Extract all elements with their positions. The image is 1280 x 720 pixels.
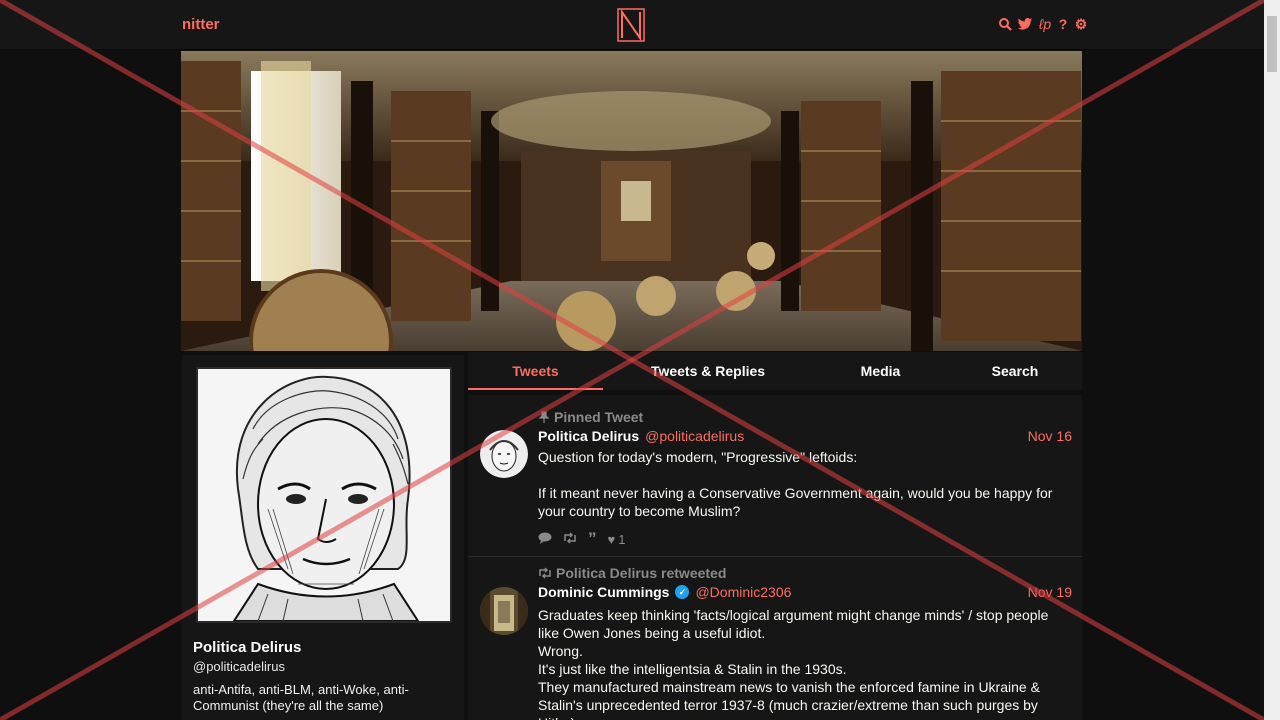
- verified-icon: ✓: [675, 585, 690, 599]
- retweet-label: Politica Delirus retweeted: [538, 565, 726, 581]
- navbar: nitter ℓp ? ⚙: [0, 0, 1264, 50]
- tweet-fullname[interactable]: Politica Delirus: [538, 428, 639, 444]
- tweet-username[interactable]: @Dominic2306: [695, 584, 791, 600]
- profile-card: Politica Delirus @politicadelirus anti-A…: [182, 355, 464, 720]
- tweet-author: Dominic Cummings ✓ @Dominic2306: [538, 584, 791, 600]
- quote-icon[interactable]: ”: [588, 529, 597, 549]
- heart-icon[interactable]: ♥: [608, 532, 616, 547]
- tab-media[interactable]: Media: [813, 352, 948, 390]
- twitter-icon[interactable]: [1016, 16, 1034, 32]
- timeline-tabs: Tweets Tweets & Replies Media Search: [468, 352, 1082, 390]
- comment-icon[interactable]: [538, 532, 552, 547]
- tab-search[interactable]: Search: [948, 352, 1082, 390]
- tweet-username[interactable]: @politicadelirus: [645, 428, 744, 444]
- tab-tweets[interactable]: Tweets: [468, 352, 603, 390]
- library-banner-image: [181, 51, 1082, 351]
- tweet-date[interactable]: Nov 19: [1028, 584, 1072, 600]
- nav-icons: ℓp ? ⚙: [998, 16, 1088, 32]
- nitter-logo-icon[interactable]: [617, 8, 645, 42]
- rss-icon[interactable]: ℓp: [1038, 16, 1052, 32]
- gear-icon[interactable]: ⚙: [1074, 16, 1088, 32]
- like-count: 1: [618, 531, 626, 547]
- help-icon[interactable]: ?: [1056, 16, 1070, 32]
- pinned-text: Pinned Tweet: [554, 409, 644, 425]
- retweet-context-icon: [539, 567, 551, 579]
- timeline: Pinned Tweet Politica Delirus @politicad…: [468, 395, 1082, 720]
- tweet-fullname[interactable]: Dominic Cummings: [538, 584, 669, 600]
- profile-avatar[interactable]: [196, 367, 452, 623]
- page-scrollbar[interactable]: [1264, 0, 1280, 720]
- tweet-avatar[interactable]: [480, 587, 528, 635]
- tab-tweets-replies[interactable]: Tweets & Replies: [603, 352, 813, 390]
- tweet-stats: ” ♥ 1: [538, 529, 625, 549]
- profile-banner[interactable]: [181, 51, 1082, 351]
- tweet-avatar[interactable]: [480, 430, 528, 478]
- tweet-content: Question for today's modern, "Progressiv…: [538, 449, 1053, 519]
- brand-link[interactable]: nitter: [182, 16, 220, 33]
- scrollbar-thumb[interactable]: [1267, 16, 1277, 72]
- pin-icon: [538, 411, 550, 423]
- tweet-date[interactable]: Nov 16: [1028, 428, 1072, 444]
- retweet-icon[interactable]: [563, 531, 577, 547]
- search-icon[interactable]: [998, 16, 1012, 32]
- retweet-text: Politica Delirus retweeted: [556, 565, 727, 581]
- profile-handle[interactable]: @politicadelirus: [193, 659, 285, 674]
- tweet-content: Graduates keep thinking 'facts/logical a…: [538, 607, 1049, 720]
- tweet-item[interactable]: Politica Delirus retweeted Dominic Cummi…: [468, 557, 1082, 720]
- tweet-author: Politica Delirus @politicadelirus: [538, 428, 744, 444]
- profile-bio: anti-Antifa, anti-BLM, anti-Woke, anti-C…: [193, 682, 409, 713]
- profile-name[interactable]: Politica Delirus: [193, 639, 301, 656]
- pinned-label: Pinned Tweet: [538, 409, 643, 425]
- tweet-item[interactable]: Pinned Tweet Politica Delirus @politicad…: [468, 395, 1082, 557]
